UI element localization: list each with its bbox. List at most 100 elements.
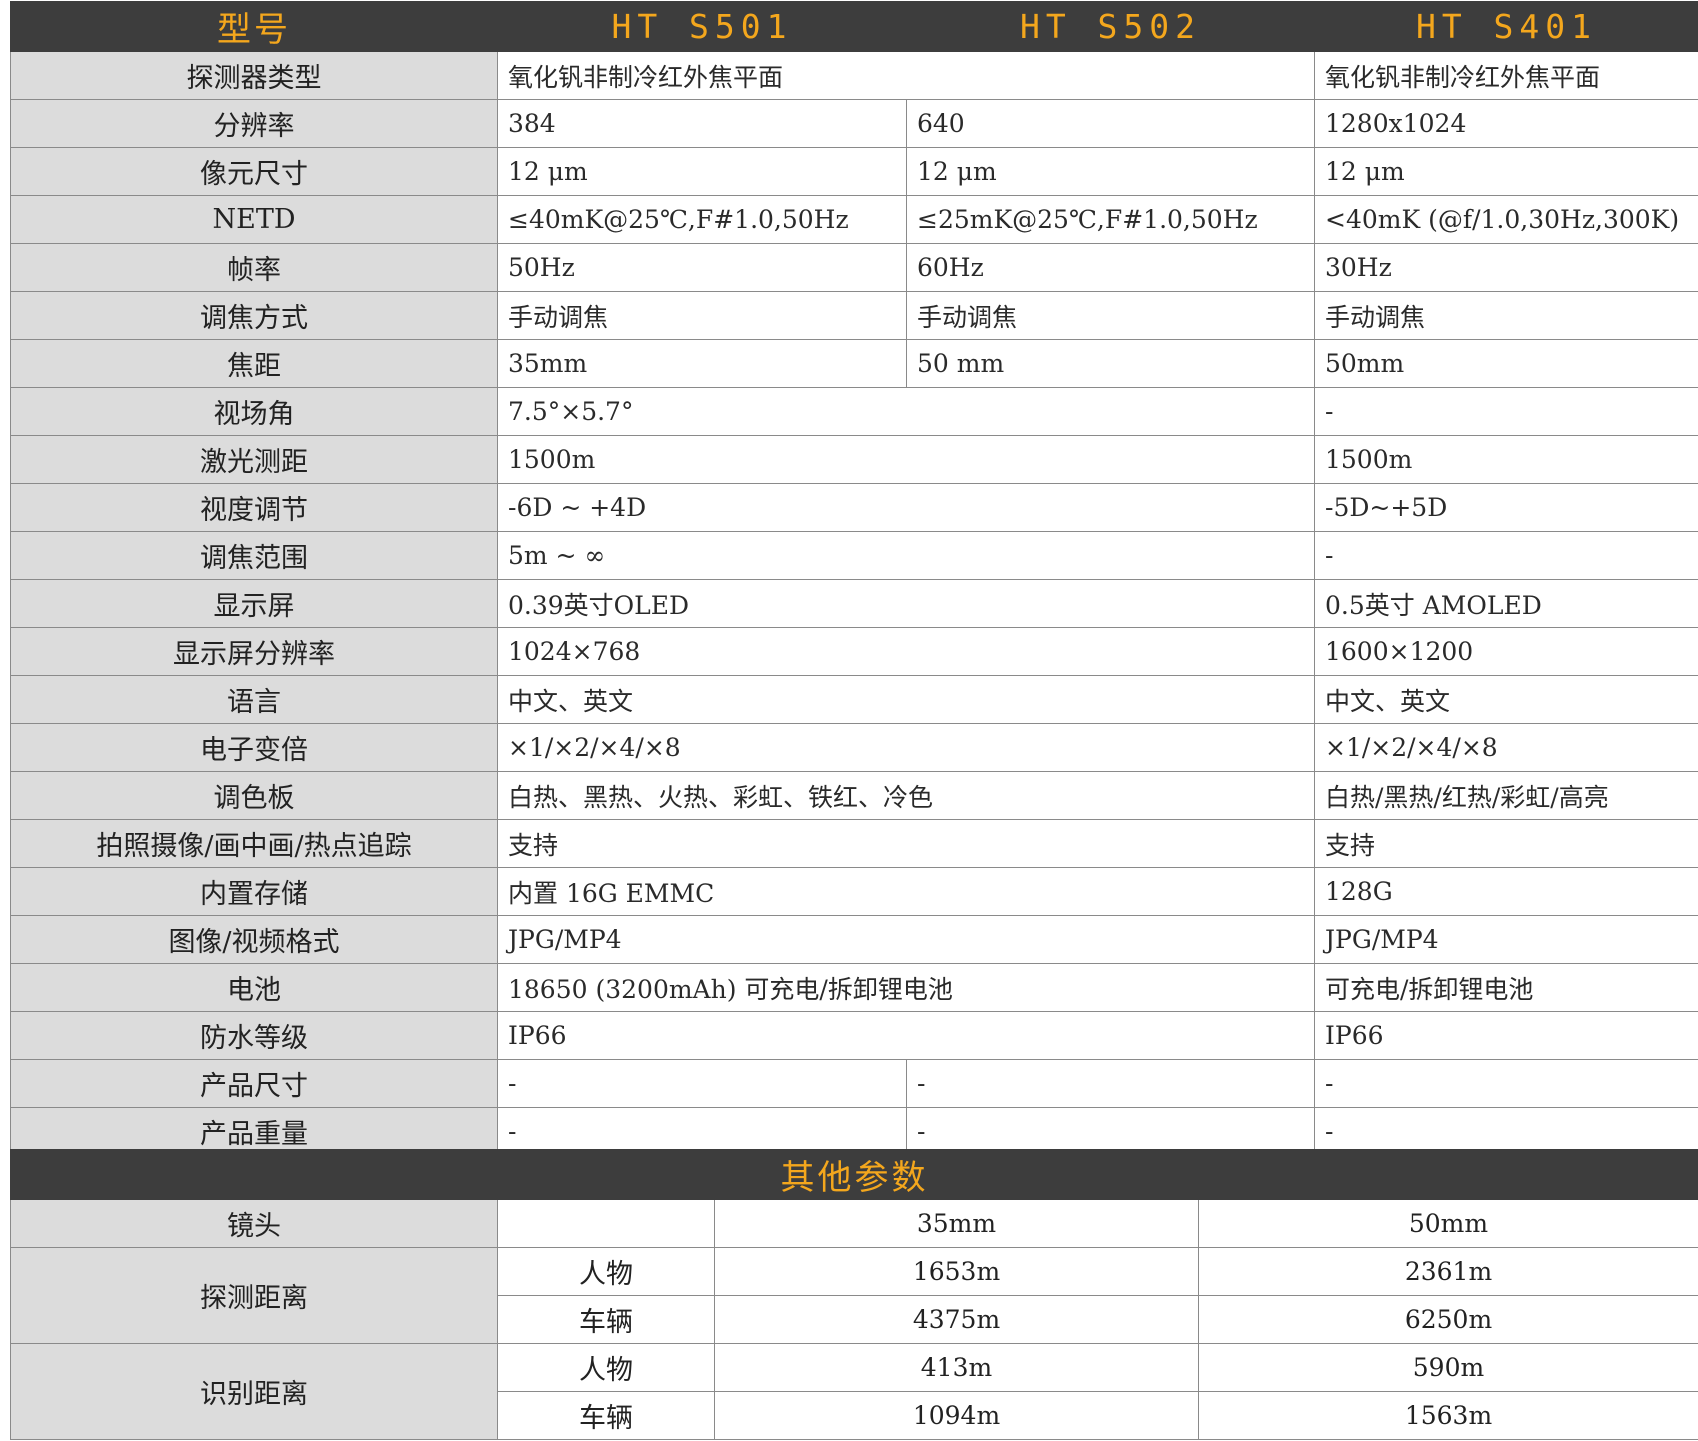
detect-person-label: 人物 (497, 1247, 715, 1296)
spec-value-s502: 60Hz (906, 243, 1315, 292)
spec-row: 显示屏 0.39英寸OLED 0.5英寸 AMOLED (10, 579, 1698, 628)
spec-value-s401: 1280x1024 (1314, 99, 1698, 148)
detect-person-35mm: 1653m (714, 1247, 1199, 1296)
spec-value-s401: 氧化钒非制冷红外焦平面 (1314, 51, 1698, 100)
spec-label: 帧率 (10, 243, 498, 292)
detect-distance-label: 探测距离 (10, 1247, 498, 1344)
spec-value-s502: 640 (906, 99, 1315, 148)
spec-value-s501-s502: 1024×768 (497, 627, 1315, 676)
detect-person-50mm: 2361m (1198, 1247, 1698, 1296)
spec-row: 激光测距 1500m 1500m (10, 435, 1698, 484)
spec-value-s502: ≤25mK@25℃,F#1.0,50Hz (906, 195, 1315, 244)
spec-row: 分辨率 384 640 1280x1024 (10, 99, 1698, 148)
spec-value-s401: - (1314, 531, 1698, 580)
spec-label: NETD (10, 195, 498, 244)
spec-value-s401: 30Hz (1314, 243, 1698, 292)
recog-vehicle-label: 车辆 (497, 1391, 715, 1440)
model-header-s502: HT S502 (906, 1, 1315, 52)
spec-label: 视场角 (10, 387, 498, 436)
lens-label: 镜头 (10, 1199, 498, 1248)
spec-label: 调焦范围 (10, 531, 498, 580)
spec-row: 产品尺寸 - - - (10, 1059, 1698, 1108)
spec-label: 产品尺寸 (10, 1059, 498, 1108)
spec-value-s502: 50 mm (906, 339, 1315, 388)
spec-value-s401: 可充电/拆卸锂电池 (1314, 963, 1698, 1012)
spec-body: 型号 HT S501 HT S502 HT S401 探测器类型 氧化钒非制冷红外… (10, 1, 1698, 1156)
spec-row: 拍照摄像/画中画/热点追踪 支持 支持 (10, 819, 1698, 868)
spec-value-s501-s502: 0.39英寸OLED (497, 579, 1315, 628)
spec-label: 电子变倍 (10, 723, 498, 772)
spec-value-s501: ≤40mK@25℃,F#1.0,50Hz (497, 195, 907, 244)
spec-value-s501-s502: -6D ~ +4D (497, 483, 1315, 532)
recog-vehicle-50mm: 1563m (1198, 1391, 1698, 1440)
model-header-s401: HT S401 (1314, 1, 1698, 52)
spec-row: 电池 18650 (3200mAh) 可充电/拆卸锂电池 可充电/拆卸锂电池 (10, 963, 1698, 1012)
recog-person-label: 人物 (497, 1343, 715, 1392)
spec-value-s501-s502: 中文、英文 (497, 675, 1315, 724)
spec-value-s401: 手动调焦 (1314, 291, 1698, 340)
spec-value-s401: - (1314, 387, 1698, 436)
spec-row: 调色板 白热、黑热、火热、彩虹、铁红、冷色 白热/黑热/红热/彩虹/高亮 (10, 771, 1698, 820)
spec-row: 语言 中文、英文 中文、英文 (10, 675, 1698, 724)
spec-value-s401: JPG/MP4 (1314, 915, 1698, 964)
other-params-header-row: 其他参数 (10, 1149, 1698, 1200)
spec-value-s401: 白热/黑热/红热/彩虹/高亮 (1314, 771, 1698, 820)
spec-value-s401: IP66 (1314, 1011, 1698, 1060)
model-header-label: 型号 (10, 1, 498, 52)
spec-row: 像元尺寸 12 μm 12 μm 12 μm (10, 147, 1698, 196)
spec-label: 焦距 (10, 339, 498, 388)
spec-row: 内置存储 内置 16G EMMC 128G (10, 867, 1698, 916)
spec-label: 拍照摄像/画中画/热点追踪 (10, 819, 498, 868)
spec-value-s501: - (497, 1059, 907, 1108)
spec-value-s401: 12 μm (1314, 147, 1698, 196)
spec-value-s401: <40mK (@f/1.0,30Hz,300K) (1314, 195, 1698, 244)
spec-label: 电池 (10, 963, 498, 1012)
spec-row: 防水等级 IP66 IP66 (10, 1011, 1698, 1060)
other-params-table: 其他参数 镜头 35mm 50mm 探测距离 人物 1653m 2361m 车辆… (10, 1149, 1698, 1440)
spec-label: 内置存储 (10, 867, 498, 916)
spec-value-s501: 35mm (497, 339, 907, 388)
spec-value-s501-s502: IP66 (497, 1011, 1315, 1060)
spec-value-s501: 50Hz (497, 243, 907, 292)
spec-label: 分辨率 (10, 99, 498, 148)
spec-label: 探测器类型 (10, 51, 498, 100)
lens-row: 镜头 35mm 50mm (10, 1199, 1698, 1248)
spec-row: NETD ≤40mK@25℃,F#1.0,50Hz ≤25mK@25℃,F#1.0,… (10, 195, 1698, 244)
lens-35mm: 35mm (714, 1199, 1199, 1248)
spec-label: 显示屏 (10, 579, 498, 628)
spec-value-s401: 1600×1200 (1314, 627, 1698, 676)
spec-label: 像元尺寸 (10, 147, 498, 196)
spec-row: 图像/视频格式 JPG/MP4 JPG/MP4 (10, 915, 1698, 964)
other-params-title: 其他参数 (10, 1149, 1698, 1200)
spec-value-s502: - (906, 1059, 1315, 1108)
spec-label: 视度调节 (10, 483, 498, 532)
spec-row: 视场角 7.5°×5.7° - (10, 387, 1698, 436)
spec-value-s401: 1500m (1314, 435, 1698, 484)
spec-row: 调焦方式 手动调焦 手动调焦 手动调焦 (10, 291, 1698, 340)
spec-label: 防水等级 (10, 1011, 498, 1060)
spec-value-s501-s502: 白热、黑热、火热、彩虹、铁红、冷色 (497, 771, 1315, 820)
spec-label: 激光测距 (10, 435, 498, 484)
spec-value-s401: 中文、英文 (1314, 675, 1698, 724)
recog-distance-label: 识别距离 (10, 1343, 498, 1440)
spec-value-s501-s502: 支持 (497, 819, 1315, 868)
detect-vehicle-50mm: 6250m (1198, 1295, 1698, 1344)
model-header-s501: HT S501 (497, 1, 907, 52)
header-row: 型号 HT S501 HT S502 HT S401 (10, 1, 1698, 52)
spec-label: 调焦方式 (10, 291, 498, 340)
spec-value-s501-s502: 1500m (497, 435, 1315, 484)
spec-label: 图像/视频格式 (10, 915, 498, 964)
spec-value-s501-s502: 氧化钒非制冷红外焦平面 (497, 51, 1315, 100)
spec-value-s501-s502: 内置 16G EMMC (497, 867, 1315, 916)
spec-row: 视度调节 -6D ~ +4D -5D~+5D (10, 483, 1698, 532)
spec-value-s401: -5D~+5D (1314, 483, 1698, 532)
lens-blank-cell (497, 1199, 715, 1248)
spec-value-s501-s502: 18650 (3200mAh) 可充电/拆卸锂电池 (497, 963, 1315, 1012)
spec-value-s401: 50mm (1314, 339, 1698, 388)
spec-label: 显示屏分辨率 (10, 627, 498, 676)
spec-value-s501: 手动调焦 (497, 291, 907, 340)
spec-value-s401: 0.5英寸 AMOLED (1314, 579, 1698, 628)
detect-vehicle-label: 车辆 (497, 1295, 715, 1344)
recog-person-35mm: 413m (714, 1343, 1199, 1392)
spec-row: 调焦范围 5m ~ ∞ - (10, 531, 1698, 580)
